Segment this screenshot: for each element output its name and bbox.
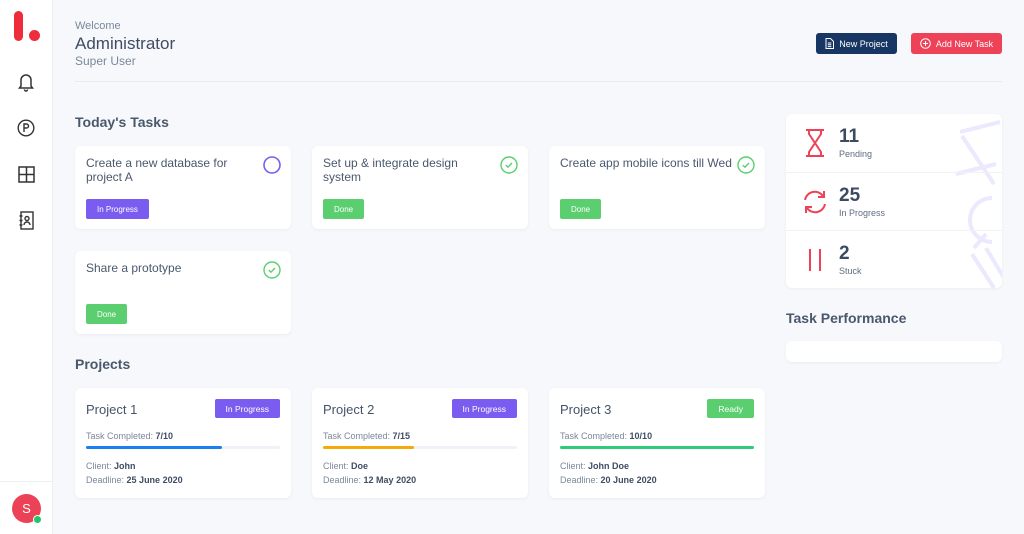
project-deadline: Deadline: 25 June 2020 — [86, 475, 183, 485]
project-client: Client: John — [86, 461, 136, 471]
completed-label: Task Completed: — [323, 431, 391, 441]
project-progress-bar — [560, 446, 754, 449]
plus-circle-icon — [920, 38, 931, 49]
task-title: Set up & integrate design system — [323, 156, 458, 184]
project-task-completed: Task Completed: 7/10 — [86, 431, 173, 441]
stat-stuck: 2 Stuck — [786, 230, 1002, 288]
project-task-completed: Task Completed: 10/10 — [560, 431, 652, 441]
project-card[interactable]: Project 2 In Progress Task Completed: 7/… — [312, 388, 528, 498]
stat-label: In Progress — [839, 208, 886, 218]
task-card[interactable]: Create a new database for project A In P… — [75, 146, 291, 229]
task-status-badge[interactable]: Done — [560, 199, 602, 219]
deadline-value: 25 June 2020 — [126, 475, 183, 485]
user-name: Administrator — [75, 34, 176, 53]
online-status-indicator — [33, 515, 42, 524]
project-client: Client: John Doe — [560, 461, 629, 471]
check-circle-icon[interactable] — [263, 261, 281, 279]
completed-label: Task Completed: — [560, 431, 628, 441]
completed-value: 7/15 — [392, 431, 411, 441]
new-project-button[interactable]: New Project — [816, 33, 897, 54]
incomplete-circle-icon[interactable] — [263, 156, 281, 174]
contact-book-icon[interactable] — [16, 210, 36, 230]
project-task-completed: Task Completed: 7/15 — [323, 431, 410, 441]
sidebar-divider — [0, 481, 52, 482]
stat-value: 11 — [839, 126, 860, 147]
logo-bar — [14, 11, 23, 41]
task-title: Create app mobile icons till Wed — [560, 156, 732, 170]
sidebar: S — [0, 0, 53, 534]
task-performance-card — [786, 341, 1002, 362]
project-progress-bar — [86, 446, 280, 449]
task-status-badge[interactable]: In Progress — [86, 199, 149, 219]
app-logo[interactable] — [12, 11, 42, 43]
avatar-initial: S — [22, 501, 31, 516]
task-title: Create a new database for project A — [86, 156, 228, 184]
client-label: Client: — [323, 461, 349, 471]
completed-value: 7/10 — [155, 431, 174, 441]
hourglass-icon — [806, 129, 824, 157]
project-progress-bar — [323, 446, 517, 449]
task-stats-card: 11 Pending 25 In Progress 2 Stuck — [786, 114, 1002, 288]
stat-label: Stuck — [839, 266, 862, 276]
deadline-value: 12 May 2020 — [363, 475, 417, 485]
completed-value: 10/10 — [629, 431, 653, 441]
stat-value: 2 — [839, 243, 850, 264]
bell-icon[interactable] — [16, 72, 36, 92]
client-label: Client: — [86, 461, 112, 471]
task-status-badge[interactable]: Done — [323, 199, 365, 219]
parking-icon[interactable] — [16, 118, 36, 138]
client-label: Client: — [560, 461, 586, 471]
check-circle-icon[interactable] — [500, 156, 518, 174]
add-new-task-button[interactable]: Add New Task — [911, 33, 1002, 54]
client-value: John Doe — [588, 461, 630, 471]
welcome-label: Welcome — [75, 20, 121, 32]
project-deadline: Deadline: 20 June 2020 — [560, 475, 657, 485]
stat-in-progress: 25 In Progress — [786, 172, 1002, 230]
logo-dot — [29, 30, 40, 41]
project-card[interactable]: Project 3 Ready Task Completed: 10/10 Cl… — [549, 388, 765, 498]
project-name: Project 1 — [86, 402, 138, 417]
project-deadline: Deadline: 12 May 2020 — [323, 475, 416, 485]
header-divider — [75, 81, 1002, 82]
pause-icon — [809, 249, 821, 271]
project-status-badge: In Progress — [214, 399, 280, 418]
client-value: John — [114, 461, 136, 471]
stat-value: 25 — [839, 185, 861, 206]
project-card[interactable]: Project 1 In Progress Task Completed: 7/… — [75, 388, 291, 498]
todays-tasks-title: Today's Tasks — [75, 114, 169, 130]
new-project-label: New Project — [839, 38, 888, 49]
completed-label: Task Completed: — [86, 431, 154, 441]
progress-fill — [560, 446, 754, 449]
client-value: Doe — [351, 461, 369, 471]
document-icon — [825, 38, 835, 49]
progress-fill — [86, 446, 222, 449]
check-circle-icon[interactable] — [737, 156, 755, 174]
task-card[interactable]: Share a prototype Done — [75, 251, 291, 334]
deadline-label: Deadline: — [86, 475, 125, 485]
task-status-badge[interactable]: Done — [86, 304, 128, 324]
projects-title: Projects — [75, 356, 131, 372]
task-performance-title: Task Performance — [786, 310, 907, 326]
project-status-badge: Ready — [707, 399, 754, 418]
progress-fill — [323, 446, 414, 449]
grid-icon[interactable] — [16, 164, 36, 184]
project-name: Project 3 — [560, 402, 612, 417]
deadline-label: Deadline: — [323, 475, 362, 485]
refresh-icon — [804, 190, 826, 214]
stat-label: Pending — [839, 149, 873, 159]
deadline-value: 20 June 2020 — [600, 475, 657, 485]
project-client: Client: Doe — [323, 461, 368, 471]
add-task-label: Add New Task — [935, 38, 994, 49]
task-title: Share a prototype — [86, 261, 182, 275]
project-status-badge: In Progress — [451, 399, 517, 418]
user-role: Super User — [75, 54, 136, 68]
deadline-label: Deadline: — [560, 475, 599, 485]
task-card[interactable]: Create app mobile icons till Wed Done — [549, 146, 765, 229]
task-card[interactable]: Set up & integrate design system Done — [312, 146, 528, 229]
stat-pending: 11 Pending — [786, 114, 1002, 172]
project-name: Project 2 — [323, 402, 375, 417]
